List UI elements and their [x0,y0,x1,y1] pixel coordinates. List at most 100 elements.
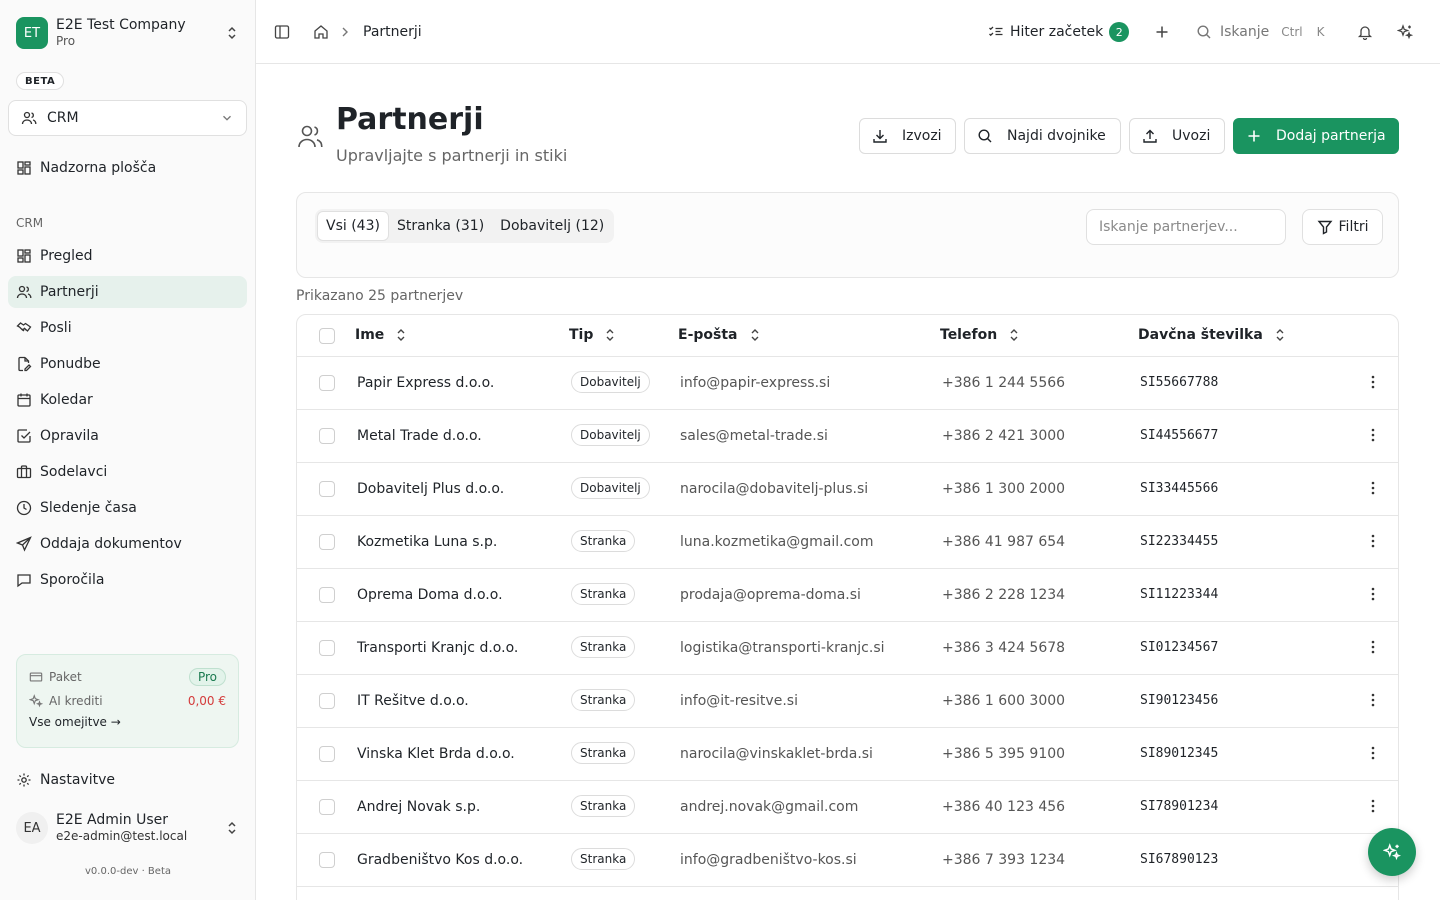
all-limits-link[interactable]: Vse omejitve → [29,715,226,729]
sidebar-item-label: Pregled [40,248,93,264]
more-vertical-icon[interactable] [1365,798,1381,814]
row-checkbox[interactable] [319,852,335,868]
bell-icon[interactable] [1357,24,1373,40]
sidebar-item-settings[interactable]: Nastavitve [8,764,247,796]
filters-button[interactable]: Filtri [1302,209,1383,245]
more-vertical-icon[interactable] [1365,692,1381,708]
partner-name[interactable]: Transporti Kranjc d.o.o. [357,640,518,656]
home-icon[interactable] [313,24,329,40]
more-vertical-icon[interactable] [1365,374,1381,390]
column-header-phone[interactable]: Telefon [940,327,1021,343]
check-square-icon [17,429,31,443]
partner-email: info@it-resitve.si [680,693,798,709]
more-vertical-icon[interactable] [1365,745,1381,761]
table-row[interactable]: Vinska Klet Brda d.o.o. Stranka narocila@v… [297,728,1398,781]
table-row[interactable]: Transporti Kranjc d.o.o. Stranka logistika… [297,622,1398,675]
tab-all[interactable]: Vsi (43) [317,211,389,241]
partner-name[interactable]: Oprema Doma d.o.o. [357,587,503,603]
row-checkbox[interactable] [319,640,335,656]
sidebar-item-oddaja-dokumentov[interactable]: Oddaja dokumentov [8,528,247,560]
company-switcher[interactable]: ET E2E Test Company Pro [16,16,240,50]
row-checkbox[interactable] [319,428,335,444]
row-checkbox[interactable] [319,481,335,497]
partner-name[interactable]: Dobavitelj Plus d.o.o. [357,481,504,497]
partner-email: info@papir-express.si [680,375,831,391]
users-icon [16,285,32,299]
partner-tax-number: SI44556677 [1140,428,1219,443]
column-header-tax-number[interactable]: Davčna številka [1138,327,1287,343]
partner-name[interactable]: Andrej Novak s.p. [357,799,480,815]
calendar-icon [17,393,31,407]
tab-customer[interactable]: Stranka (31) [389,211,492,241]
partner-tax-number: SI89012345 [1140,746,1219,761]
row-checkbox[interactable] [319,693,335,709]
sidebar-item-partnerji[interactable]: Partnerji [8,276,247,308]
quick-start-button[interactable]: Hiter začetek 2 [988,20,1130,44]
more-vertical-icon[interactable] [1365,480,1381,496]
more-vertical-icon[interactable] [1365,586,1381,602]
column-header-label: Telefon [940,327,998,343]
search-label: Iskanje [1220,24,1270,40]
more-vertical-icon[interactable] [1365,533,1381,549]
partner-search-input[interactable] [1086,209,1286,245]
row-checkbox[interactable] [319,375,335,391]
sidebar-item-posli[interactable]: Posli [8,312,247,344]
sidebar-item-sporocila[interactable]: Sporočila [8,564,247,596]
row-checkbox[interactable] [319,746,335,762]
column-header-name[interactable]: Ime [355,327,408,343]
filter-card: Vsi (43) Stranka (31) Dobavitelj (12) Fi… [296,192,1399,278]
credits-label: AI krediti [49,694,103,708]
row-checkbox[interactable] [319,799,335,815]
sidebar-item-koledar[interactable]: Koledar [8,384,247,416]
more-vertical-icon[interactable] [1365,639,1381,655]
module-select[interactable]: CRM [8,100,247,136]
users-icon [21,111,37,125]
table-row[interactable]: Oprema Doma d.o.o. Stranka prodaja@oprema-… [297,569,1398,622]
add-partner-button[interactable]: Dodaj partnerja [1233,118,1399,154]
table-row[interactable]: Dobavitelj Plus d.o.o. Dobavitelj narocila… [297,463,1398,516]
partner-name[interactable]: Gradbeništvo Kos d.o.o. [357,852,523,868]
sidebar-item-label: Posli [40,320,72,336]
table-row[interactable]: Andrej Novak s.p. Stranka andrej.novak@gma… [297,781,1398,834]
import-button[interactable]: Uvozi [1129,118,1225,154]
partner-name[interactable]: Papir Express d.o.o. [357,375,494,391]
partner-name[interactable]: Kozmetika Luna s.p. [357,534,497,550]
table-row[interactable]: Kozmetika Luna s.p. Stranka luna.kozmetika… [297,516,1398,569]
more-vertical-icon[interactable] [1365,427,1381,443]
plan-badge: Pro [188,668,226,686]
column-header-type[interactable]: Tip [569,327,617,343]
sidebar-item-sledenje-casa[interactable]: Sledenje časa [8,492,247,524]
tab-supplier[interactable]: Dobavitelj (12) [492,211,612,241]
plus-icon[interactable] [1154,24,1170,40]
partner-name[interactable]: IT Rešitve d.o.o. [357,693,469,709]
sidebar-item-sodelavci[interactable]: Sodelavci [8,456,247,488]
row-checkbox[interactable] [319,587,335,603]
export-button[interactable]: Izvozi [859,118,956,154]
global-search[interactable]: Iskanje Ctrl K [1196,22,1324,42]
select-all-checkbox[interactable] [319,328,335,344]
table-row[interactable]: Metal Trade d.o.o. Dobavitelj sales@metal-… [297,410,1398,463]
partner-name[interactable]: Metal Trade d.o.o. [357,428,482,444]
sidebar-item-pregled[interactable]: Pregled [8,240,247,272]
topbar: Partnerji Hiter začetek 2 Iskanje Ctrl K [256,0,1440,64]
page-subtitle: Upravljajte s partnerji in stiki [336,146,568,165]
search-shortcut-ctrl: Ctrl [1281,25,1303,39]
ai-assistant-button[interactable] [1368,828,1416,876]
download-icon [873,130,887,143]
find-duplicates-button[interactable]: Najdi dvojnike [964,118,1121,154]
user-menu[interactable]: EA E2E Admin User e2e-admin@test.local [16,810,240,846]
table-row[interactable]: Papir Express d.o.o. Dobavitelj info@papir… [297,357,1398,410]
user-email: e2e-admin@test.local [56,829,188,843]
column-header-email[interactable]: E-pošta [678,327,762,343]
add-partner-label: Dodaj partnerja [1276,128,1386,144]
row-checkbox[interactable] [319,534,335,550]
sidebar-item-dashboard[interactable]: Nadzorna plošča [8,152,247,184]
sparkles-icon[interactable] [1397,24,1413,40]
handshake-icon [16,322,32,332]
table-row[interactable]: Gradbeništvo Kos d.o.o. Stranka info@gradb… [297,834,1398,887]
sidebar-item-ponudbe[interactable]: Ponudbe [8,348,247,380]
partner-name[interactable]: Vinska Klet Brda d.o.o. [357,746,515,762]
sidebar-item-opravila[interactable]: Opravila [8,420,247,452]
sidebar-toggle-icon[interactable] [274,24,290,40]
table-row[interactable]: IT Rešitve d.o.o. Stranka info@it-resitve.… [297,675,1398,728]
